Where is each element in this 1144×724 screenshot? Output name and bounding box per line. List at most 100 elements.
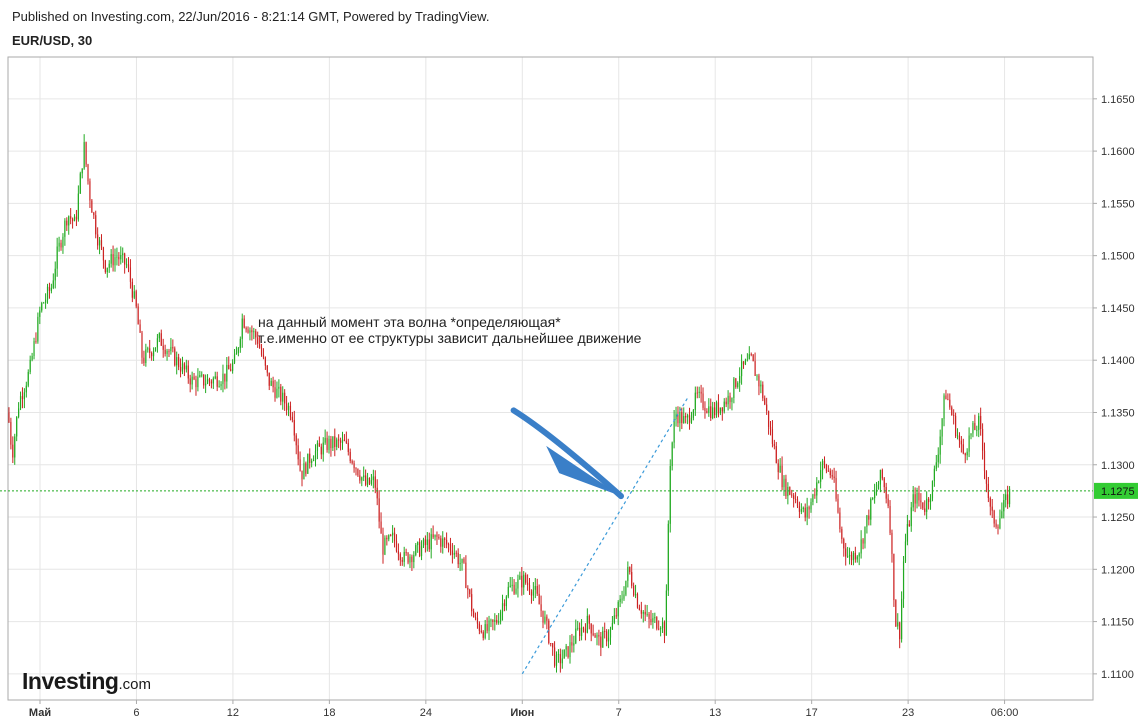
candle-body — [430, 534, 432, 550]
price-chart[interactable]: 1.1100 1.1150 1.1200 1.1250 1.1300 1.1350 1.14… — [0, 0, 1144, 724]
candle-body — [397, 551, 400, 555]
candle-body — [114, 257, 116, 266]
candle-body — [316, 443, 319, 451]
candle-body — [498, 621, 500, 623]
candle-body — [8, 412, 10, 422]
candle-body — [602, 631, 604, 648]
candle-body — [756, 375, 758, 377]
candle-body — [343, 439, 346, 441]
current-price-value: 1.1275 — [1101, 486, 1135, 498]
candle-body — [627, 567, 629, 581]
candle-body — [526, 582, 529, 586]
candle-body — [762, 384, 764, 399]
candle-body — [270, 380, 272, 386]
candle-body — [70, 216, 72, 219]
candle-body — [854, 552, 856, 560]
candle-body — [688, 415, 691, 423]
candle-body — [625, 580, 627, 595]
candle-body — [872, 498, 874, 499]
candle-body — [189, 378, 191, 385]
candle-body — [203, 374, 205, 386]
candle-body — [953, 415, 955, 416]
investing-logo: Investing.com — [22, 668, 151, 695]
candle-body — [922, 502, 924, 509]
candle-body — [255, 331, 257, 338]
candle-body — [102, 247, 105, 261]
candle-body — [357, 468, 359, 476]
current-price-label: 1.1275 — [1094, 482, 1138, 499]
candle-body — [596, 635, 598, 638]
candle-body — [889, 506, 891, 533]
candle-body — [633, 585, 635, 596]
candle-body — [544, 616, 546, 623]
candle-body — [981, 428, 984, 451]
candle-body — [735, 378, 737, 387]
candle-body — [118, 256, 120, 260]
candle-body — [137, 306, 139, 325]
candle-body — [393, 532, 396, 542]
candle-body — [968, 435, 970, 452]
candle-body — [808, 507, 810, 510]
candle-body — [719, 407, 721, 414]
annotation-line-1: на данный момент эта волна *определяющая… — [258, 314, 561, 330]
candle-body — [199, 375, 201, 377]
candle-body — [814, 494, 816, 496]
candle-body — [800, 509, 802, 512]
candle-body — [606, 631, 608, 642]
candle-body — [64, 220, 66, 237]
candle-body — [216, 376, 218, 387]
candle-body — [345, 440, 347, 443]
candle-body — [237, 348, 239, 354]
candle-body — [484, 624, 486, 638]
candle-body — [447, 544, 450, 546]
candle-body — [19, 396, 22, 409]
brand-name: Investing — [22, 668, 119, 694]
candle-body — [829, 470, 831, 476]
candle-body — [584, 628, 587, 633]
candle-body — [164, 349, 166, 354]
candle-body — [444, 538, 446, 540]
candle-body — [58, 242, 60, 247]
candle-body — [341, 439, 344, 443]
candle-body — [112, 254, 114, 266]
candle-body — [845, 548, 847, 557]
price-tick-label: 1.1150 — [1101, 617, 1134, 629]
candle-body — [604, 631, 606, 632]
candle-body — [571, 642, 573, 646]
candle-body — [885, 487, 887, 499]
candle-body — [843, 539, 845, 549]
candle-body — [100, 240, 103, 248]
candle-body — [230, 369, 232, 371]
candle-body — [748, 354, 750, 360]
candle-body — [411, 556, 413, 563]
candle-body — [991, 506, 993, 511]
candle-body — [401, 560, 403, 562]
candle-body — [324, 437, 326, 443]
candle-body — [594, 634, 596, 638]
candle-body — [388, 535, 390, 540]
candle-body — [956, 435, 959, 437]
candle-body — [978, 415, 980, 430]
candle-body — [465, 562, 467, 588]
candle-body — [696, 392, 698, 394]
candle-body — [976, 429, 978, 431]
candle-body — [660, 628, 662, 630]
candle-body — [428, 539, 430, 550]
candle-body — [679, 411, 681, 424]
candle-body — [607, 637, 610, 642]
candle-body — [386, 537, 388, 540]
candle-body — [901, 598, 903, 640]
candle-body — [66, 220, 68, 226]
candle-body — [590, 623, 592, 634]
candle-body — [530, 591, 533, 596]
candle-body — [1005, 494, 1007, 501]
candle-body — [939, 436, 941, 455]
candle-body — [656, 617, 658, 629]
candle-body — [997, 526, 999, 529]
candle-body — [687, 415, 689, 418]
candle-body — [609, 628, 612, 638]
candle-body — [561, 658, 563, 664]
candle-body — [598, 635, 600, 637]
candle-body — [127, 264, 130, 268]
candle-body — [322, 442, 324, 455]
